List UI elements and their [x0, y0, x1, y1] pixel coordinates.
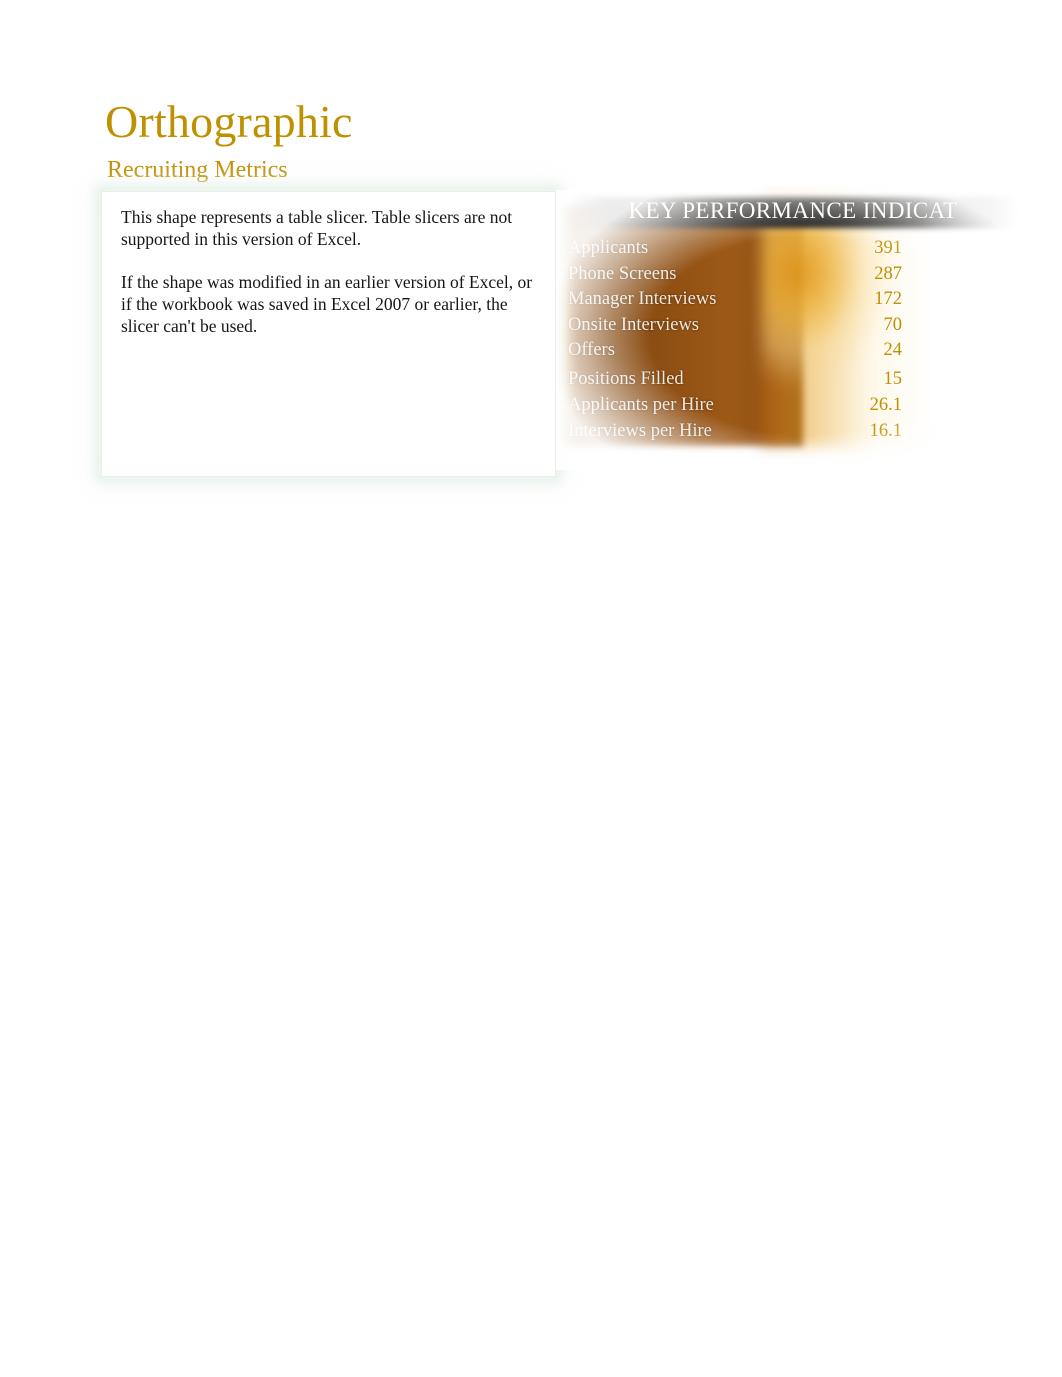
kpi-row: Interviews per Hire 16.1 [556, 419, 1028, 445]
kpi-row-value: 26.1 [869, 394, 902, 415]
page-subtitle: Recruiting Metrics [107, 157, 288, 183]
page-title: Orthographic [105, 96, 353, 147]
kpi-row: Phone Screens 287 [556, 262, 1028, 288]
slicer-placeholder-paragraph-2: If the shape was modified in an earlier … [121, 272, 533, 336]
kpi-row-value: 172 [874, 289, 902, 310]
table-slicer-placeholder[interactable]: This shape represents a table slicer. Ta… [101, 191, 556, 477]
kpi-panel: KEY PERFORMANCE INDICAT Applicants 391 Pho… [556, 190, 1028, 470]
kpi-row-value: 15 [883, 369, 903, 390]
kpi-row-value: 70 [883, 314, 903, 335]
kpi-row-label: Applicants per Hire [568, 394, 714, 415]
kpi-row: Applicants 391 [556, 236, 1028, 262]
kpi-row-value: 16.1 [869, 420, 902, 441]
kpi-row-label: Applicants [568, 238, 649, 258]
kpi-row-label: Offers [568, 340, 615, 361]
kpi-row-value: 287 [874, 263, 902, 284]
kpi-row: Positions Filled 15 [556, 367, 1028, 393]
slicer-placeholder-text: This shape represents a table slicer. Ta… [121, 206, 536, 337]
kpi-row-value: 24 [883, 340, 903, 361]
kpi-row: Offers 24 [556, 338, 1028, 364]
kpi-row-label: Onsite Interviews [568, 314, 700, 335]
kpi-header-title: KEY PERFORMANCE INDICAT [628, 198, 958, 223]
kpi-row-value: 391 [874, 238, 902, 258]
kpi-row-list: Applicants 391 Phone Screens 287 Manager Int… [556, 236, 1028, 444]
kpi-row: Onsite Interviews 70 [556, 313, 1028, 339]
kpi-row: Manager Interviews 172 [556, 287, 1028, 313]
kpi-row-label: Positions Filled [568, 369, 684, 390]
slicer-placeholder-paragraph-1: This shape represents a table slicer. Ta… [121, 207, 513, 249]
kpi-row-label: Manager Interviews [568, 289, 717, 310]
kpi-row-label: Phone Screens [568, 263, 677, 284]
kpi-row: Applicants per Hire 26.1 [556, 393, 1028, 419]
kpi-row-label: Interviews per Hire [568, 420, 712, 441]
